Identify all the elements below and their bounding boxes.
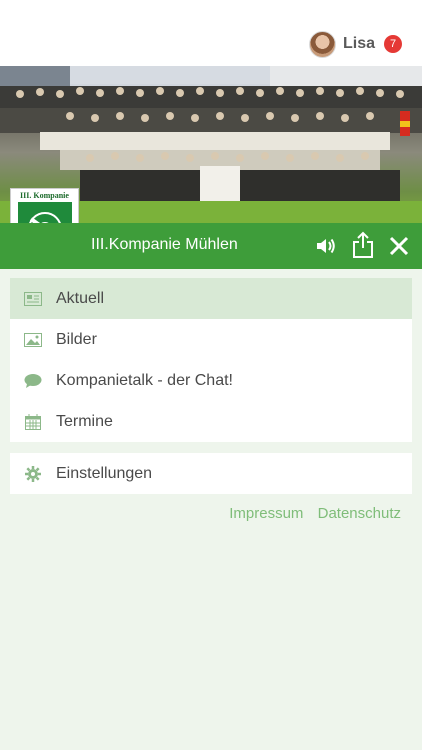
menu-item-label: Aktuell	[56, 289, 105, 307]
speaker-icon[interactable]	[314, 234, 338, 258]
menu-item-label: Kompanietalk - der Chat!	[56, 371, 233, 389]
menu-item-kompanietalk[interactable]: Kompanietalk - der Chat!	[10, 360, 412, 401]
menu-item-label: Bilder	[56, 330, 97, 348]
newspaper-icon	[24, 290, 42, 308]
notification-badge[interactable]: 7	[384, 35, 402, 53]
datenschutz-link[interactable]: Datenschutz	[318, 505, 401, 522]
chat-icon	[24, 372, 42, 390]
username[interactable]: Lisa	[343, 35, 375, 53]
menu-item-termine[interactable]: Termine	[10, 401, 412, 442]
settings-card: Einstellungen	[10, 453, 412, 494]
menu-item-label: Einstellungen	[56, 464, 153, 482]
share-icon[interactable]	[351, 231, 375, 259]
menu-item-aktuell[interactable]: Aktuell	[10, 278, 412, 319]
company-header-bar: III.Kompanie Mühlen	[0, 223, 422, 269]
top-bar: Lisa 7	[0, 0, 422, 66]
image-icon	[24, 331, 42, 349]
menu-item-label: Termine	[56, 412, 113, 430]
crest-title: III. Kompanie	[20, 191, 69, 200]
main-menu: Aktuell Bilder Kompanietalk - der Chat! …	[10, 278, 412, 442]
user-profile[interactable]: Lisa 7	[308, 29, 402, 59]
close-icon[interactable]	[389, 236, 409, 256]
menu-item-bilder[interactable]: Bilder	[10, 319, 412, 360]
calendar-icon	[24, 413, 42, 431]
menu-item-einstellungen[interactable]: Einstellungen	[10, 453, 412, 494]
avatar[interactable]	[308, 30, 336, 58]
company-name: III.Kompanie Mühlen	[91, 236, 238, 253]
footer-links: Impressum Datenschutz	[219, 505, 401, 522]
impressum-link[interactable]: Impressum	[229, 505, 303, 522]
gear-icon	[24, 465, 42, 483]
